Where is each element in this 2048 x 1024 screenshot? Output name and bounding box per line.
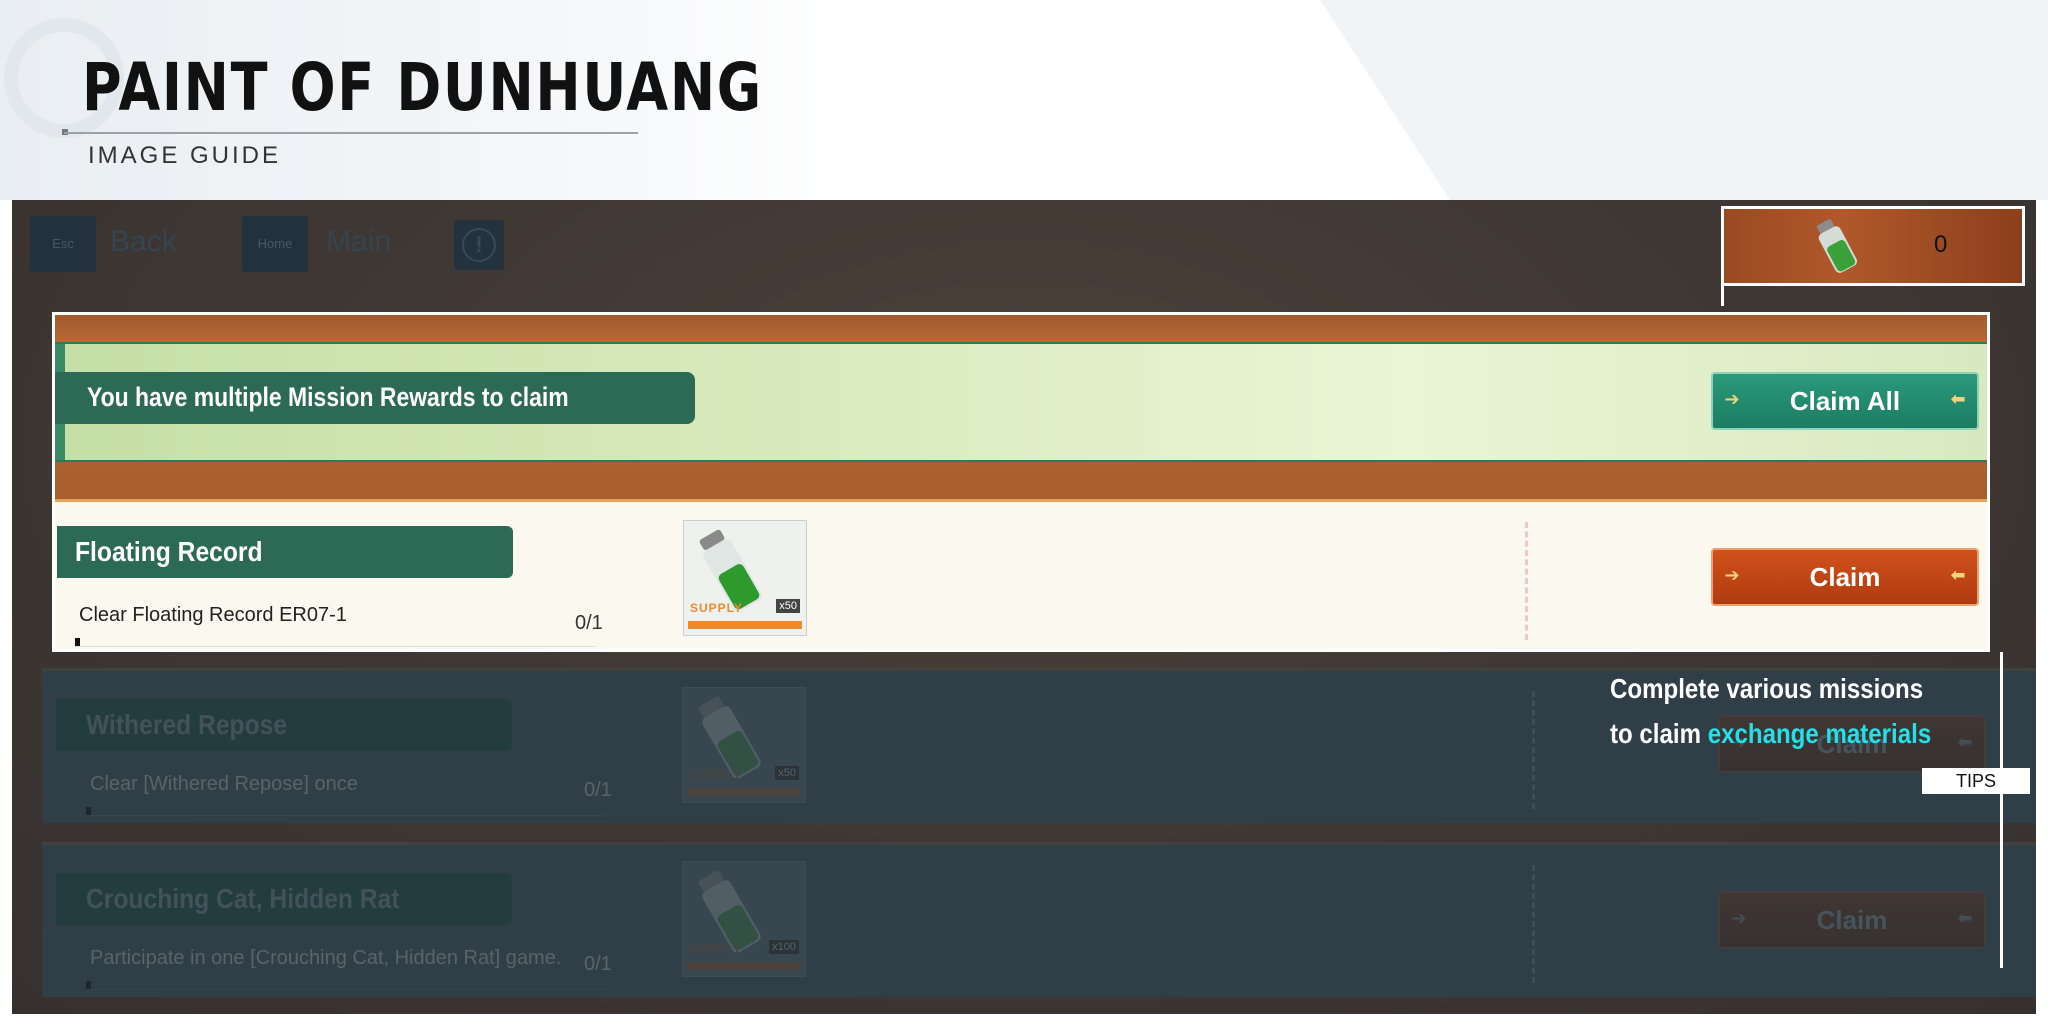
claim-all-row: You have multiple Mission Rewards to cla…	[55, 342, 1987, 462]
arrow-left-icon: ⬅	[1957, 908, 1973, 928]
currency-count: 0	[1934, 231, 1948, 258]
claim-button-label: Claim	[1816, 905, 1888, 935]
progress-track	[75, 638, 595, 647]
main-button[interactable]: Main	[326, 225, 391, 259]
claim-all-button[interactable]: ➔ Claim All ⬅	[1711, 372, 1979, 430]
claim-all-banner: You have multiple Mission Rewards to cla…	[55, 372, 695, 424]
tips-line-1: Complete various missions	[1610, 673, 1924, 704]
mission-card-crouching-cat: Crouching Cat, Hidden Rat Participate in…	[42, 842, 2036, 997]
reward-tag: SUPPLY	[690, 601, 743, 615]
arrow-left-icon: ⬅	[1950, 389, 1966, 409]
claim-button[interactable]: ➔ Claim ⬅	[1718, 891, 1986, 949]
esc-key-icon[interactable]: Esc	[30, 216, 96, 272]
tips-message: Complete various missions to claim excha…	[1610, 666, 1931, 756]
reward-quantity: x50	[776, 599, 800, 613]
claim-all-button-label: Claim All	[1789, 386, 1901, 416]
rarity-stripe	[687, 962, 801, 970]
tips-highlight: exchange materials	[1707, 718, 1932, 749]
tips-line-2: to claim exchange materials	[1610, 711, 1931, 756]
mission-description: Clear [Withered Repose] once	[90, 773, 358, 795]
callout-connector	[2000, 652, 2003, 968]
card-divider	[1525, 522, 1528, 640]
title-divider	[64, 132, 638, 134]
progress-fill	[86, 981, 91, 989]
mission-description: Clear Floating Record ER07-1	[79, 604, 347, 626]
rarity-stripe	[687, 788, 801, 796]
reward-tag: SUPPLY	[689, 768, 742, 782]
mission-progress: 0/1	[575, 612, 603, 634]
mission-description: Participate in one [Crouching Cat, Hidde…	[90, 947, 562, 969]
back-button[interactable]: Back	[110, 225, 177, 259]
mission-progress: 0/1	[584, 779, 612, 801]
reward-tag: SUPPLY	[689, 942, 742, 956]
green-vial-icon	[1816, 219, 1858, 273]
reward-item[interactable]: SUPPLY x50	[683, 520, 807, 636]
tips-tag: TIPS	[1922, 768, 2030, 794]
game-screenshot-panel: Esc Back Home Main ! Withered Repose Cle…	[12, 200, 2036, 1014]
mission-title: Crouching Cat, Hidden Rat	[86, 883, 400, 914]
arrow-right-icon: ➔	[1724, 565, 1740, 585]
reward-item[interactable]: SUPPLY x50	[682, 687, 806, 803]
info-icon: !	[462, 228, 496, 262]
mission-title-bar: Crouching Cat, Hidden Rat	[56, 873, 512, 925]
progress-fill	[75, 638, 80, 646]
reward-quantity: x100	[769, 940, 799, 954]
progress-track	[86, 981, 606, 990]
card-divider	[1532, 865, 1535, 983]
background-shape	[1320, 0, 2048, 200]
mission-title-bar: Withered Repose	[56, 699, 512, 751]
arrow-left-icon: ⬅	[1950, 565, 1966, 585]
mission-card-floating-record: Floating Record Clear Floating Record ER…	[55, 499, 1987, 649]
claim-button[interactable]: ➔ Claim ⬅	[1711, 548, 1979, 606]
arrow-right-icon: ➔	[1724, 389, 1740, 409]
arrow-left-icon: ⬅	[1957, 732, 1973, 752]
home-key-icon[interactable]: Home	[242, 216, 308, 272]
rarity-stripe	[688, 621, 802, 629]
info-button[interactable]: !	[454, 220, 504, 270]
tips-line-2-prefix: to claim	[1610, 718, 1708, 749]
mission-progress: 0/1	[584, 953, 612, 975]
highlighted-mission-region: You have multiple Mission Rewards to cla…	[52, 312, 1990, 652]
currency-display: 0	[1721, 206, 2025, 286]
page-title: PAINT OF DUNHUANG	[82, 49, 763, 126]
mission-title: Withered Repose	[86, 709, 288, 740]
claim-button-label: Claim	[1809, 562, 1881, 592]
arrow-right-icon: ➔	[1731, 908, 1747, 928]
page-subtitle: IMAGE GUIDE	[88, 142, 282, 169]
mission-title-bar: Floating Record	[57, 526, 513, 578]
progress-track	[86, 807, 606, 816]
reward-quantity: x50	[775, 766, 799, 780]
callout-connector	[1721, 286, 1724, 306]
reward-item[interactable]: SUPPLY x100	[682, 861, 806, 977]
progress-fill	[86, 807, 91, 815]
claim-all-message: You have multiple Mission Rewards to cla…	[87, 382, 569, 412]
mission-title: Floating Record	[75, 536, 263, 567]
card-divider	[1532, 691, 1535, 809]
